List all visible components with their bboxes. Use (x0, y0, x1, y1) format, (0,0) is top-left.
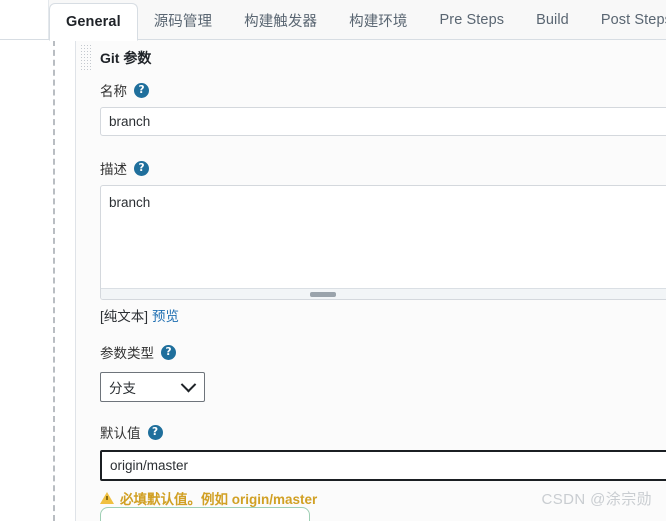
validation-success-box (100, 507, 310, 521)
default-value-warning: 必填默认值。例如 origin/master (100, 488, 317, 508)
watermark: CSDN @涂宗勋 (541, 491, 652, 508)
form-left-rail (40, 40, 76, 521)
description-textarea[interactable] (101, 186, 666, 299)
param-type-label-text: 参数类型 (100, 346, 154, 361)
tab-build-triggers[interactable]: 构建触发器 (228, 0, 333, 40)
preview-row: [纯文本] 预览 (100, 305, 179, 325)
help-icon[interactable]: ? (161, 344, 176, 360)
description-field-label: 描述 ? (100, 158, 149, 178)
param-type-selected-value: 分支 (109, 381, 136, 396)
tabbar-left-spacer (0, 0, 49, 39)
tab-general[interactable]: General (49, 3, 138, 41)
name-input[interactable] (100, 107, 666, 136)
default-value-input[interactable] (100, 450, 666, 481)
warning-icon (100, 492, 114, 504)
tab-build[interactable]: Build (520, 0, 585, 40)
drag-handle-icon[interactable] (81, 45, 93, 71)
preview-link[interactable]: 预览 (152, 309, 179, 324)
scrollbar-thumb[interactable] (310, 292, 337, 297)
config-tabbar: General 源码管理 构建触发器 构建环境 Pre Steps Build … (0, 0, 666, 41)
description-horizontal-scrollbar[interactable] (101, 288, 666, 299)
tab-build-environment[interactable]: 构建环境 (333, 0, 423, 40)
chevron-down-icon (180, 376, 197, 392)
dashed-guide-line (53, 40, 55, 521)
git-parameter-panel: Git 参数 名称 ? 描述 ? [纯文本]预览 参数类型 ? 分支 (76, 40, 666, 521)
tab-source-management[interactable]: 源码管理 (138, 0, 228, 40)
help-icon[interactable]: ? (147, 424, 163, 440)
default-value-field-label: 默认值 ? (100, 422, 163, 442)
name-field-label: 名称 ? (100, 80, 149, 100)
param-type-field-label: 参数类型 ? (100, 342, 176, 362)
description-textarea-wrap (100, 185, 666, 300)
tab-list: General 源码管理 构建触发器 构建环境 Pre Steps Build … (49, 0, 666, 41)
help-icon[interactable]: ? (134, 82, 149, 98)
warning-text: 必填默认值。例如 origin/master (120, 492, 318, 507)
param-type-select[interactable]: 分支 (100, 372, 205, 402)
help-icon[interactable]: ? (134, 160, 149, 176)
tab-post-steps[interactable]: Post Steps (585, 0, 666, 40)
tab-pre-steps[interactable]: Pre Steps (424, 0, 521, 40)
default-value-label-text: 默认值 (100, 426, 141, 441)
plain-text-label: [纯文本] (100, 309, 149, 324)
section-title: Git 参数 (100, 50, 152, 66)
description-label-text: 描述 (100, 162, 127, 177)
config-form-body: Git 参数 名称 ? 描述 ? [纯文本]预览 参数类型 ? 分支 (0, 40, 666, 521)
name-label-text: 名称 (100, 84, 127, 99)
